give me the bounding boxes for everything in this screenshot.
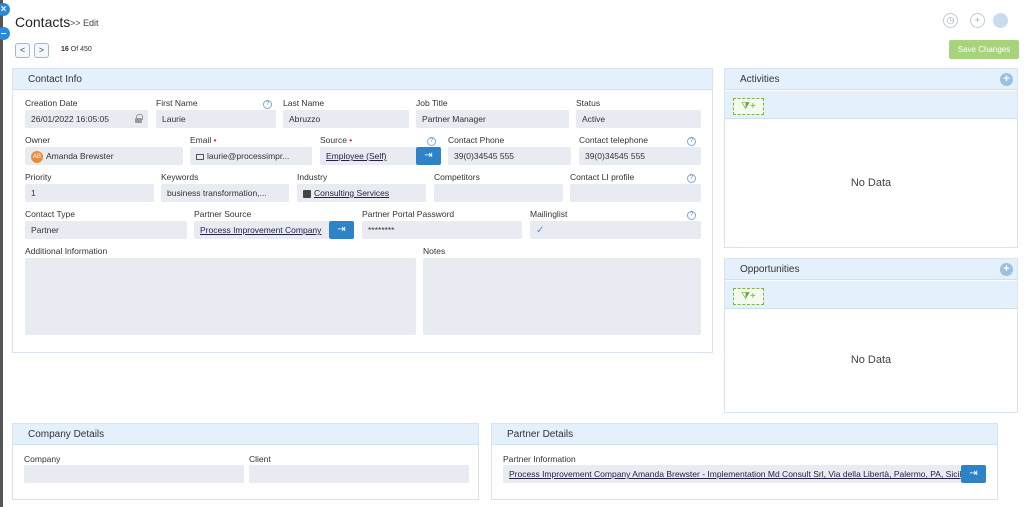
mailinglist-checkbox[interactable]: ✓ — [530, 221, 701, 239]
industry-icon — [303, 189, 311, 198]
contact-telephone-label: Contact telephone — [579, 135, 648, 145]
last-name-label: Last Name — [283, 98, 325, 108]
avatar: AB — [31, 150, 43, 163]
breadcrumb: >> Edit — [70, 18, 99, 28]
next-record-button[interactable]: > — [34, 43, 49, 58]
keywords-label: Keywords — [161, 172, 199, 182]
contact-li-profile-input[interactable] — [570, 184, 701, 202]
help-icon[interactable]: ? — [263, 100, 272, 109]
window-edge — [0, 0, 3, 507]
help-icon[interactable]: ? — [687, 137, 696, 146]
partner-source-link[interactable]: Process Improvement Company — [194, 221, 329, 239]
partner-source-open-button[interactable]: ⇥ — [329, 221, 354, 239]
owner-field[interactable]: AB Amanda Brewster — [25, 147, 183, 165]
check-icon: ✓ — [536, 225, 545, 236]
first-name-label: First Name — [156, 98, 198, 108]
notes-label: Notes — [423, 246, 446, 256]
first-name-input[interactable]: Laurie — [156, 110, 276, 128]
company-label: Company — [24, 454, 61, 464]
activities-panel: Activities + ⧩+ No Data — [724, 68, 1018, 248]
industry-value: Consulting Services — [314, 188, 390, 198]
creation-date-label: Creation Date — [25, 98, 78, 108]
previous-record-button[interactable]: < — [15, 43, 30, 58]
contact-info-panel: Contact Info Creation Date 26/01/2022 16… — [12, 68, 713, 353]
filter-add-icon[interactable]: ⧩+ — [733, 288, 764, 305]
partner-details-panel: Partner Details Partner Information Proc… — [491, 423, 998, 500]
owner-value: Amanda Brewster — [46, 151, 114, 161]
priority-label: Priority — [25, 172, 52, 182]
activities-title: Activities — [725, 69, 1017, 90]
activities-empty-text: No Data — [850, 177, 892, 189]
company-input[interactable] — [24, 465, 244, 483]
company-details-panel: Company Details Company Client — [12, 423, 479, 500]
status-label: Status — [576, 98, 601, 108]
email-value: laurie@processimpr... — [207, 151, 290, 161]
email-field[interactable]: laurie@processimpr... — [190, 147, 312, 165]
client-label: Client — [249, 454, 271, 464]
help-icon[interactable]: ? — [687, 174, 696, 183]
activities-toolbar: ⧩+ — [725, 91, 1017, 119]
keywords-input[interactable]: business transformation,... — [161, 184, 289, 202]
pager-total: Of 450 — [70, 46, 92, 53]
history-icon[interactable]: ◷ — [943, 13, 958, 28]
save-changes-button[interactable]: Save Changes — [949, 40, 1019, 59]
add-opportunity-icon[interactable]: + — [1000, 263, 1013, 276]
additional-information-label: Additional Information — [25, 246, 108, 256]
company-details-title: Company Details — [13, 424, 478, 445]
help-icon[interactable]: ? — [687, 211, 696, 220]
owner-label: Owner — [25, 135, 51, 145]
competitors-label: Competitors — [434, 172, 480, 182]
last-name-input[interactable]: Abruzzo — [283, 110, 409, 128]
job-title-label: Job Title — [416, 98, 448, 108]
minimize-icon[interactable]: – — [0, 27, 10, 40]
client-input[interactable] — [249, 465, 469, 483]
partner-information-open-button[interactable]: ⇥ — [961, 465, 986, 483]
opportunities-panel: Opportunities + ⧩+ No Data — [724, 258, 1018, 413]
document-icon[interactable] — [993, 13, 1008, 28]
contact-info-title: Contact Info — [13, 69, 712, 90]
mailinglist-label: Mailinglist — [530, 209, 568, 219]
competitors-input[interactable] — [434, 184, 563, 202]
close-icon[interactable]: × — [0, 3, 10, 16]
industry-link[interactable]: Consulting Services — [297, 184, 426, 202]
contact-phone-label: Contact Phone — [448, 135, 505, 145]
add-activity-icon[interactable]: + — [1000, 73, 1013, 86]
status-select[interactable]: Active — [576, 110, 701, 128]
source-label: Source — [320, 135, 352, 145]
help-icon[interactable]: ? — [427, 137, 436, 146]
contact-telephone-input[interactable]: 39(0)34545 555 — [579, 147, 701, 165]
creation-date-value: 26/01/2022 16:05:05 — [31, 114, 109, 124]
priority-input[interactable]: 1 — [25, 184, 154, 202]
record-pager: 16 Of 450 — [61, 46, 92, 53]
page-title: Contacts — [15, 14, 71, 30]
creation-date-field: 26/01/2022 16:05:05 — [25, 110, 148, 128]
job-title-input[interactable]: Partner Manager — [416, 110, 569, 128]
partner-details-title: Partner Details — [492, 424, 997, 445]
contact-li-profile-label: Contact LI profile — [570, 172, 635, 182]
email-label: Email — [190, 135, 217, 145]
source-open-button[interactable]: ⇥ — [416, 147, 441, 165]
filter-add-icon[interactable]: ⧩+ — [733, 98, 764, 115]
notes-textarea[interactable] — [423, 258, 701, 335]
lock-icon — [135, 114, 143, 123]
opportunities-toolbar: ⧩+ — [725, 281, 1017, 309]
opportunities-title: Opportunities — [725, 259, 1017, 280]
partner-portal-password-label: Partner Portal Password — [362, 209, 455, 219]
industry-label: Industry — [297, 172, 328, 182]
contact-phone-input[interactable]: 39(0)34545 555 — [448, 147, 571, 165]
partner-information-link[interactable]: Process Improvement Company Amanda Brews… — [503, 465, 961, 483]
partner-source-label: Partner Source — [194, 209, 252, 219]
add-circle-icon[interactable]: + — [970, 13, 985, 28]
pager-current: 16 — [61, 46, 69, 53]
partner-portal-password-input[interactable]: ******** — [362, 221, 522, 239]
opportunities-empty-text: No Data — [850, 354, 892, 366]
partner-information-label: Partner Information — [503, 454, 576, 464]
source-link[interactable]: Employee (Self) — [320, 147, 416, 165]
contact-type-label: Contact Type — [25, 209, 75, 219]
additional-information-textarea[interactable] — [25, 258, 416, 335]
mail-icon — [196, 153, 204, 160]
contact-type-select[interactable]: Partner — [25, 221, 187, 239]
